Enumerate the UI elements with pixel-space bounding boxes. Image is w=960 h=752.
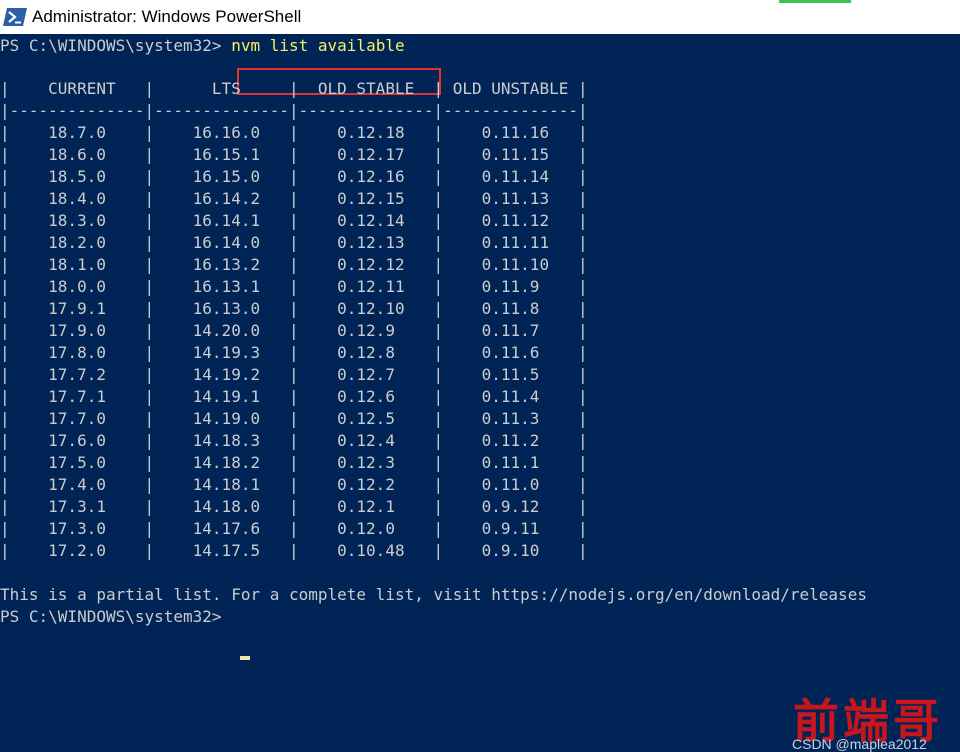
table-row: | 18.7.0 | 16.16.0 | 0.12.18 | 0.11.16 | bbox=[0, 123, 588, 142]
table-row: | 17.2.0 | 14.17.5 | 0.10.48 | 0.9.10 | bbox=[0, 541, 588, 560]
prompt: PS C:\WINDOWS\system32> bbox=[0, 36, 222, 55]
title-bar[interactable]: Administrator: Windows PowerShell bbox=[0, 0, 960, 34]
footer-note: This is a partial list. For a complete l… bbox=[0, 585, 867, 604]
table-header: | CURRENT | LTS | OLD STABLE | OLD UNSTA… bbox=[0, 79, 588, 98]
text-cursor bbox=[240, 656, 250, 660]
command-line: PS C:\WINDOWS\system32> nvm list availab… bbox=[0, 35, 405, 57]
table-row: | 18.1.0 | 16.13.2 | 0.12.12 | 0.11.10 | bbox=[0, 255, 588, 274]
table-row: | 17.5.0 | 14.18.2 | 0.12.3 | 0.11.1 | bbox=[0, 453, 588, 472]
table-row: | 18.3.0 | 16.14.1 | 0.12.14 | 0.11.12 | bbox=[0, 211, 588, 230]
table-row: | 17.3.0 | 14.17.6 | 0.12.0 | 0.9.11 | bbox=[0, 519, 588, 538]
table-row: | 17.7.2 | 14.19.2 | 0.12.7 | 0.11.5 | bbox=[0, 365, 588, 384]
title-accent-bar bbox=[779, 0, 851, 3]
table-row: | 18.4.0 | 16.14.2 | 0.12.15 | 0.11.13 | bbox=[0, 189, 588, 208]
table-row: | 17.3.1 | 14.18.0 | 0.12.1 | 0.9.12 | bbox=[0, 497, 588, 516]
table-row: | 17.6.0 | 14.18.3 | 0.12.4 | 0.11.2 | bbox=[0, 431, 588, 450]
table-row: | 17.7.0 | 14.19.0 | 0.12.5 | 0.11.3 | bbox=[0, 409, 588, 428]
table-row: | 17.9.0 | 14.20.0 | 0.12.9 | 0.11.7 | bbox=[0, 321, 588, 340]
table-row: | 18.5.0 | 16.15.0 | 0.12.16 | 0.11.14 | bbox=[0, 167, 588, 186]
window-title: Administrator: Windows PowerShell bbox=[32, 7, 302, 26]
table-row: | 18.6.0 | 16.15.1 | 0.12.17 | 0.11.15 | bbox=[0, 145, 588, 164]
command-text: nvm list available bbox=[231, 36, 405, 55]
watermark-credit: CSDN @maplea2012 bbox=[792, 736, 927, 752]
table-separator: |--------------|--------------|---------… bbox=[0, 101, 588, 120]
table-row: | 17.4.0 | 14.18.1 | 0.12.2 | 0.11.0 | bbox=[0, 475, 588, 494]
table-row: | 18.2.0 | 16.14.0 | 0.12.13 | 0.11.11 | bbox=[0, 233, 588, 252]
table-row: | 18.0.0 | 16.13.1 | 0.12.11 | 0.11.9 | bbox=[0, 277, 588, 296]
powershell-icon bbox=[3, 8, 27, 26]
table-row: | 17.9.1 | 16.13.0 | 0.12.10 | 0.11.8 | bbox=[0, 299, 588, 318]
console-area[interactable]: PS C:\WINDOWS\system32> nvm list availab… bbox=[0, 34, 960, 752]
table-row: | 17.7.1 | 14.19.1 | 0.12.6 | 0.11.4 | bbox=[0, 387, 588, 406]
table-row: | 17.8.0 | 14.19.3 | 0.12.8 | 0.11.6 | bbox=[0, 343, 588, 362]
prompt: PS C:\WINDOWS\system32> bbox=[0, 607, 222, 626]
prompt-line: PS C:\WINDOWS\system32> bbox=[0, 606, 222, 628]
